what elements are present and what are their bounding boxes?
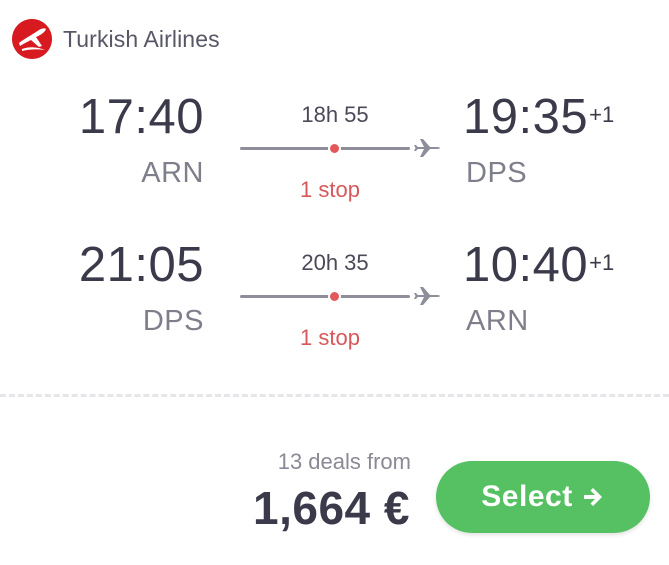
departure-time: 21:05 [78,238,204,292]
dashed-divider [0,394,669,397]
stop-dot [328,142,341,155]
select-button-label: Select [481,480,573,513]
route-line [240,290,410,303]
arrow-right-icon [581,485,605,509]
airline-header: Turkish Airlines [12,17,220,61]
stops-count: 1 stop [300,325,360,350]
arrival-day-offset: +1 [589,250,615,275]
price: 1,664 € [253,482,410,534]
departure-airport: ARN [141,157,204,189]
arrival-time-value: 10:40 [463,238,589,292]
stops-count: 1 stop [300,177,360,202]
outbound-leg: 17:40 ARN 18h 55 1 stop 19:35+1 DPS [0,88,669,208]
turkish-airlines-logo-icon [12,19,52,59]
departure-airport: DPS [142,305,204,337]
select-button[interactable]: Select [436,461,650,533]
flight-duration: 20h 35 [301,250,369,275]
plane-icon [414,284,442,308]
route-line [240,142,410,155]
arrival-time: 19:35+1 [463,90,614,144]
return-leg: 21:05 DPS 20h 35 1 stop 10:40+1 ARN [0,236,669,356]
plane-icon [414,136,442,160]
flight-duration: 18h 55 [301,102,369,127]
flight-result-card[interactable]: Turkish Airlines 17:40 ARN 18h 55 1 stop… [0,0,669,565]
stop-dot [328,290,341,303]
airline-name: Turkish Airlines [63,25,220,52]
arrival-day-offset: +1 [589,102,615,127]
arrival-airport: DPS [466,157,528,189]
deals-count: 13 deals from [277,449,411,474]
arrival-airport: ARN [466,305,529,337]
arrival-time: 10:40+1 [463,238,614,292]
arrival-time-value: 19:35 [463,90,589,144]
departure-time: 17:40 [78,90,204,144]
